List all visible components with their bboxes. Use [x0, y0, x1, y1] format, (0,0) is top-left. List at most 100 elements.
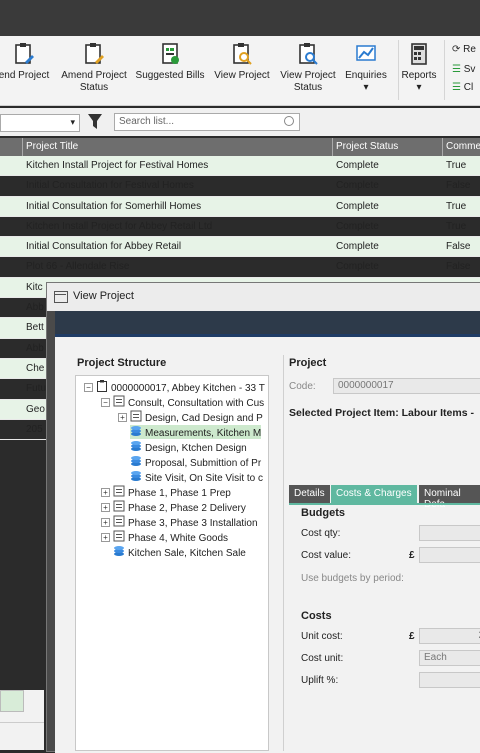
switch-view-icon: ☰: [452, 64, 461, 75]
view-project-icon: [233, 43, 252, 65]
grid-header: Project Title Project Status Comme: [0, 138, 480, 156]
column-header-comments[interactable]: Comme: [446, 141, 480, 152]
filter-funnel-icon[interactable]: [88, 114, 102, 130]
table-row[interactable]: Initial Consultation for Abbey Retail Com…: [0, 237, 480, 258]
item-icon: [113, 546, 125, 560]
project-icon: [96, 380, 108, 395]
column-divider: [332, 138, 333, 156]
tab-costs-charges[interactable]: Costs & Charges: [331, 485, 417, 503]
refresh-button[interactable]: ⟳ Re: [452, 44, 476, 55]
tree-node[interactable]: Kitchen Sale, Kitchen Sale: [113, 545, 246, 559]
tree-node-label: Site Visit, On Site Visit to c: [145, 473, 264, 485]
project-title-cell: Kitchen Install Project for Abbey Retail…: [26, 220, 213, 232]
enquiries-icon: [356, 45, 376, 61]
amend-project-icon: [15, 43, 34, 64]
filter-combo[interactable]: ▾: [0, 114, 80, 132]
amend-project-status-button[interactable]: Amend Project Status: [60, 42, 128, 94]
expand-icon[interactable]: +: [118, 413, 127, 422]
column-header-project-status[interactable]: Project Status: [336, 141, 398, 152]
comments-cell: True: [446, 220, 467, 232]
tree-node[interactable]: Phase 4, White Goods: [113, 530, 228, 544]
view-project-status-button[interactable]: View Project Status: [276, 42, 340, 94]
project-title-cell: Geo: [26, 403, 45, 415]
comments-cell: False: [446, 180, 471, 192]
tree-node[interactable]: Design, Ktchen Design: [130, 440, 247, 454]
tree-node[interactable]: Proposal, Submittion of Pr: [130, 455, 261, 469]
project-title-cell: Che: [26, 362, 45, 374]
tree-node-label: Phase 1, Phase 1 Prep: [128, 488, 231, 500]
tree-node[interactable]: Consult, Consultation with Cus: [113, 395, 264, 409]
dialog-title-bar: View Project: [47, 283, 480, 311]
unit-cost-field[interactable]: 2: [419, 628, 480, 644]
footer-cell: [0, 690, 24, 712]
project-title-cell: Abb: [26, 302, 44, 314]
tree-node-label: 0000000017, Abbey Kitchen - 33 T: [111, 383, 265, 395]
tree-node[interactable]: Design, Cad Design and P: [130, 410, 263, 424]
chevron-down-icon: ▾: [70, 117, 75, 127]
tree-node[interactable]: Phase 3, Phase 3 Installation: [113, 515, 258, 529]
ribbon-toolbar: end Project Amend Project Status Suggest…: [0, 36, 480, 106]
phase-icon: [113, 515, 125, 530]
view-project-button[interactable]: View Project: [210, 42, 274, 82]
project-status-cell: Complete: [336, 220, 379, 232]
item-icon: [130, 471, 142, 485]
view-project-dialog: View Project Project Structure −00000000…: [46, 282, 480, 753]
collapse-icon[interactable]: −: [101, 398, 110, 407]
project-structure-title: Project Structure: [77, 357, 167, 369]
table-row[interactable]: Kitchen Install Project for Festival Hom…: [0, 156, 480, 177]
tree-node[interactable]: 0000000017, Abbey Kitchen - 33 T: [96, 380, 265, 394]
tree-node-label: Phase 3, Phase 3 Installation: [128, 518, 258, 530]
tree-node-label: Design, Ktchen Design: [145, 443, 247, 455]
expand-icon[interactable]: +: [101, 533, 110, 542]
project-title-cell: Plot 66 - Allendale Rise: [26, 261, 130, 273]
clear-button[interactable]: ☰ Cl: [452, 82, 473, 93]
clear-label: Cl: [463, 82, 474, 93]
column-header-project-title[interactable]: Project Title: [26, 141, 78, 152]
tab-nominal-defaults[interactable]: Nominal Defa: [419, 485, 480, 510]
tree-node-label: Design, Cad Design and P: [145, 413, 263, 425]
table-row[interactable]: Initial Consultation for Somerhill Homes…: [0, 196, 480, 217]
project-status-cell: Complete: [336, 160, 379, 171]
collapse-icon[interactable]: −: [84, 383, 93, 392]
tree-node-label: Phase 4, White Goods: [128, 533, 229, 545]
phase-icon: [113, 500, 125, 515]
reports-button[interactable]: Reports ▾: [398, 42, 440, 94]
tree-node-label: Consult, Consultation with Cus: [128, 398, 265, 410]
cost-value-field[interactable]: [419, 547, 480, 563]
cost-unit-select[interactable]: Each: [419, 650, 480, 666]
project-title-cell: Initial Consultation for Abbey Retail: [26, 241, 182, 253]
view-project-label: View Project: [214, 70, 270, 81]
expand-icon[interactable]: +: [101, 518, 110, 527]
tab-details[interactable]: Details: [289, 485, 330, 503]
expand-icon[interactable]: +: [101, 503, 110, 512]
project-title-cell: Futu: [26, 383, 47, 395]
code-field[interactable]: 0000000017: [333, 378, 480, 394]
cost-value-label: Cost value:: [301, 550, 352, 561]
cost-qty-label: Cost qty:: [301, 528, 341, 539]
suggested-bills-button[interactable]: Suggested Bills: [132, 42, 208, 82]
project-status-cell: Complete: [336, 261, 379, 273]
uplift-field[interactable]: [419, 672, 480, 688]
expand-icon[interactable]: +: [101, 488, 110, 497]
project-status-cell: Complete: [336, 200, 379, 212]
reports-dropdown-icon: ▾: [416, 82, 422, 93]
tree-node[interactable]: Phase 2, Phase 2 Delivery: [113, 500, 246, 514]
amend-project-button[interactable]: end Project: [0, 42, 52, 82]
uplift-label: Uplift %:: [301, 675, 339, 686]
tab-underline: [289, 503, 480, 505]
cost-qty-field[interactable]: [419, 525, 480, 541]
suggested-bills-icon: [162, 43, 179, 64]
switch-view-button[interactable]: ☰ Sv: [452, 64, 475, 75]
table-row[interactable]: Plot 66 - Allendale Rise Complete False: [0, 257, 480, 278]
tree-node[interactable]: Measurements, Kitchen M: [130, 425, 262, 439]
tree-node[interactable]: Site Visit, On Site Visit to c: [130, 470, 263, 484]
search-input[interactable]: Search list...: [114, 113, 300, 131]
tree-node-label: Kitchen Sale, Kitchen Sale: [128, 548, 246, 560]
table-row[interactable]: Initial Consultation for Festival Homes C…: [0, 176, 480, 197]
item-icon: [130, 441, 142, 455]
enquiries-dropdown-icon: ▾: [363, 82, 369, 93]
table-row[interactable]: Kitchen Install Project for Abbey Retail…: [0, 217, 480, 238]
enquiries-button[interactable]: Enquiries ▾: [340, 42, 392, 94]
tree-node[interactable]: Phase 1, Phase 1 Prep: [113, 485, 231, 499]
refresh-label: Re: [463, 44, 476, 55]
